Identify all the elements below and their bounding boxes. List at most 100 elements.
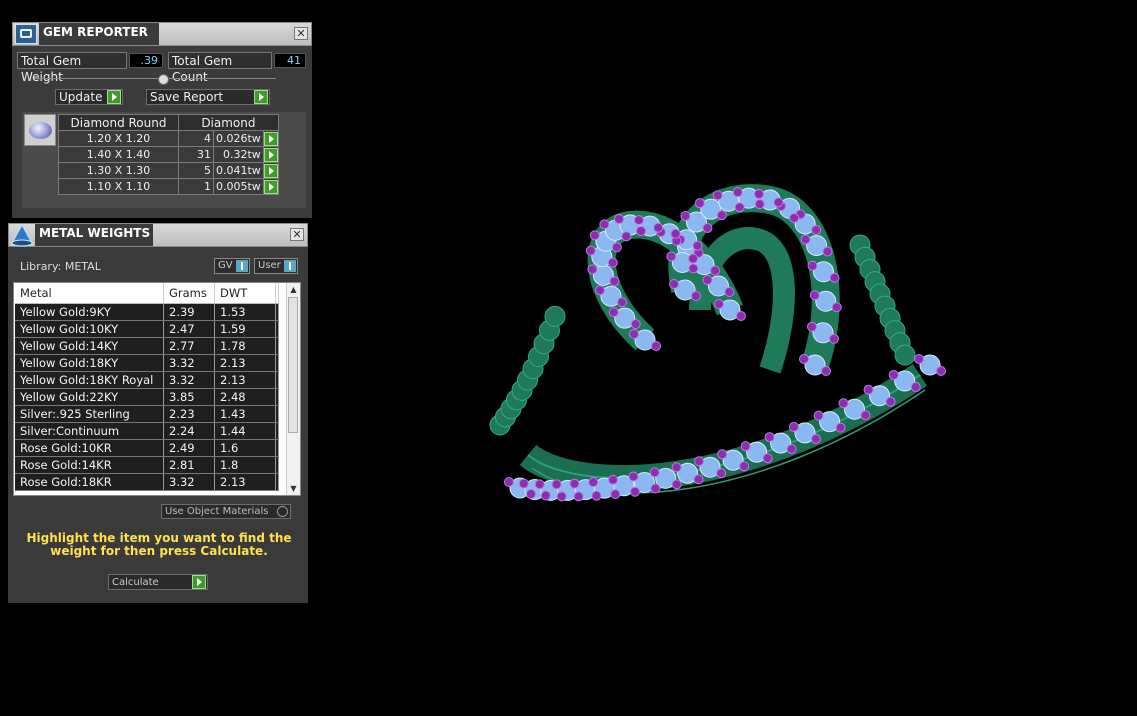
metal-row[interactable]: Yellow Gold:9KY 2.39 1.53 bbox=[15, 303, 279, 321]
save-report-play-icon[interactable] bbox=[254, 90, 268, 104]
metal-weights-titlebar[interactable]: METAL WEIGHTS ✕ bbox=[8, 223, 308, 247]
prong bbox=[556, 491, 567, 502]
use-object-materials-toggle[interactable]: Use Object Materials bbox=[161, 504, 291, 519]
metal-dwt: 2.13 bbox=[214, 473, 276, 491]
prong bbox=[732, 187, 743, 198]
metal-grams: 2.39 bbox=[163, 303, 215, 321]
gem-count: 5 bbox=[178, 162, 214, 179]
metal-list[interactable]: Metal Grams DWT Yellow Gold:9KY 2.39 1.53 Y… bbox=[13, 282, 301, 496]
metal-dwt: 2.13 bbox=[214, 371, 276, 389]
metal-row[interactable]: Rose Gold:14KR 2.81 1.8 bbox=[15, 456, 279, 474]
gem-reporter-title: GEM REPORTER bbox=[43, 25, 148, 39]
scrollbar-thumb[interactable] bbox=[288, 297, 298, 433]
prong bbox=[504, 477, 514, 487]
calculate-play-icon[interactable] bbox=[192, 575, 206, 589]
metal-weights-panel: METAL WEIGHTS ✕ Library: METAL GV User M… bbox=[8, 223, 308, 603]
prong bbox=[628, 471, 639, 482]
spacer-cell bbox=[275, 439, 279, 457]
metal-grams: 2.77 bbox=[163, 337, 215, 355]
save-report-button[interactable]: Save Report bbox=[146, 89, 270, 105]
prong bbox=[762, 453, 773, 464]
gem-select-play-icon[interactable] bbox=[263, 179, 278, 194]
prong bbox=[693, 474, 704, 485]
prong bbox=[773, 197, 784, 208]
grams-column-header[interactable]: Grams bbox=[163, 283, 215, 304]
prong bbox=[608, 474, 619, 485]
calculate-button[interactable]: Calculate bbox=[108, 574, 208, 590]
gem-row[interactable]: 1.10 X 1.10 1 0.005tw bbox=[58, 178, 279, 195]
prong bbox=[594, 285, 605, 296]
prong bbox=[740, 441, 751, 452]
shank-beads-left bbox=[489, 305, 566, 436]
prong bbox=[829, 333, 840, 344]
scroll-up-arrow-icon[interactable]: ▲ bbox=[287, 283, 300, 296]
total-gem-count-label: Total Gem Count bbox=[168, 52, 272, 84]
prong bbox=[811, 224, 822, 235]
gem-row[interactable]: 1.40 X 1.40 31 0.32tw bbox=[58, 146, 279, 163]
prong bbox=[688, 253, 699, 264]
divider-slider-knob[interactable] bbox=[158, 74, 169, 85]
prong bbox=[838, 398, 849, 409]
dwt-column-header[interactable]: DWT bbox=[214, 283, 276, 304]
metal-list-scrollbar[interactable]: ▲ ▼ bbox=[286, 283, 300, 495]
prong bbox=[888, 369, 899, 380]
gem-select-play-icon[interactable] bbox=[263, 163, 278, 178]
metal-column-header[interactable]: Metal bbox=[15, 283, 164, 304]
metal-row[interactable]: Yellow Gold:22KY 3.85 2.48 bbox=[15, 388, 279, 406]
prong bbox=[670, 228, 681, 239]
metal-dwt: 1.53 bbox=[214, 303, 276, 321]
metal-row[interactable]: Yellow Gold:10KY 2.47 1.59 bbox=[15, 320, 279, 338]
prong bbox=[534, 479, 545, 490]
update-button[interactable]: Update bbox=[55, 89, 123, 105]
scroll-down-arrow-icon[interactable]: ▼ bbox=[287, 482, 300, 495]
diamond-round-thumbnail[interactable] bbox=[24, 114, 56, 146]
prong bbox=[599, 219, 610, 230]
metal-name: Yellow Gold:22KY bbox=[15, 388, 164, 406]
gem-select-play-icon[interactable] bbox=[263, 147, 278, 162]
metal-row[interactable]: Yellow Gold:18KY 3.32 2.13 bbox=[15, 354, 279, 372]
gem-row[interactable]: 1.30 X 1.30 5 0.041tw bbox=[58, 162, 279, 179]
prong bbox=[821, 366, 831, 376]
metal-name: Rose Gold:14KR bbox=[15, 456, 164, 474]
gem-reporter-titlebar[interactable]: GEM REPORTER ✕ bbox=[12, 22, 312, 46]
metal-row[interactable]: Yellow Gold:18KY Royal 3.32 2.13 bbox=[15, 371, 279, 389]
prong bbox=[609, 276, 620, 287]
prong bbox=[649, 467, 660, 478]
spacer-column bbox=[275, 283, 279, 304]
metal-weights-title: METAL WEIGHTS bbox=[39, 226, 151, 240]
metal-name: Yellow Gold:9KY bbox=[15, 303, 164, 321]
metal-row[interactable]: Rose Gold:10KR 2.49 1.6 bbox=[15, 439, 279, 457]
metal-row[interactable]: Silver:Continuum 2.24 1.44 bbox=[15, 422, 279, 440]
gem-reporter-panel: GEM REPORTER ✕ Total Gem Weight .39 Tota… bbox=[12, 22, 312, 218]
ring-3d-viewport[interactable] bbox=[470, 170, 970, 530]
update-play-icon[interactable] bbox=[107, 90, 121, 104]
prong bbox=[671, 479, 682, 490]
metal-row[interactable]: Silver:.925 Sterling 2.23 1.43 bbox=[15, 405, 279, 423]
gem-weight: 0.041tw bbox=[213, 162, 264, 179]
gem-weight: 0.32tw bbox=[213, 146, 264, 163]
metal-name: Silver:.925 Sterling bbox=[15, 405, 164, 423]
metal-grams: 3.32 bbox=[163, 354, 215, 372]
gem-reporter-icon bbox=[15, 24, 37, 44]
metal-name: Yellow Gold:18KY Royal bbox=[15, 371, 164, 389]
metal-dwt: 1.6 bbox=[214, 439, 276, 457]
user-toggle[interactable]: User bbox=[254, 258, 298, 274]
metal-weights-close-button[interactable]: ✕ bbox=[290, 228, 304, 241]
gv-toggle[interactable]: GV bbox=[214, 258, 250, 274]
gem-reporter-close-button[interactable]: ✕ bbox=[294, 27, 308, 40]
metal-name: Yellow Gold:10KY bbox=[15, 320, 164, 338]
gem-select-play-icon[interactable] bbox=[263, 131, 278, 146]
gem-row[interactable]: 1.20 X 1.20 4 0.026tw bbox=[58, 130, 279, 147]
prong bbox=[591, 490, 602, 501]
prong bbox=[585, 245, 596, 256]
metal-row[interactable]: Rose Gold:18KR 3.32 2.13 bbox=[15, 473, 279, 491]
prong bbox=[587, 264, 598, 275]
prong bbox=[754, 189, 764, 199]
metal-row[interactable]: Yellow Gold:14KY 2.77 1.78 bbox=[15, 337, 279, 355]
prong bbox=[589, 230, 600, 241]
user-toggle-knob bbox=[284, 260, 296, 272]
gem-list-area: Diamond Round Diamond 1.20 X 1.20 4 0.02… bbox=[22, 112, 306, 208]
prong bbox=[799, 354, 809, 364]
prong bbox=[669, 279, 679, 289]
shank-bead bbox=[894, 344, 916, 366]
